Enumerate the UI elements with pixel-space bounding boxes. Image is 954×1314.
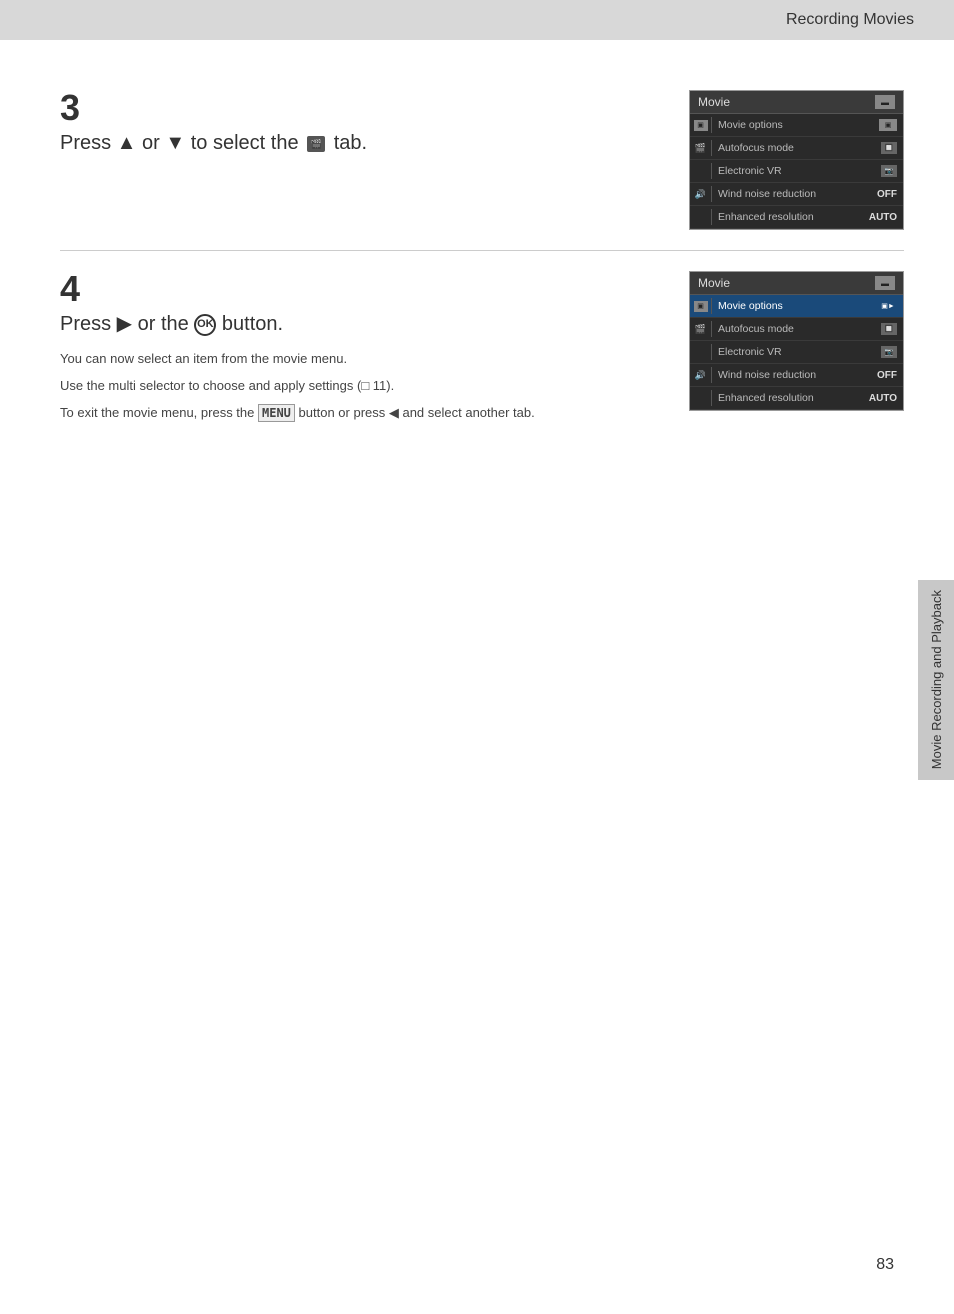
step-3-row-movie-options: ▣ Movie options ▣	[690, 114, 903, 137]
step-3-number: 3	[60, 90, 659, 126]
step-4-row5-content: Enhanced resolution AUTO	[712, 390, 903, 406]
step-4-label-enhanced: Enhanced resolution	[718, 392, 814, 404]
step-4-wind-icon: 🔊	[695, 370, 706, 381]
step-4-menu-title: Movie	[698, 276, 730, 290]
camera-icon: ▣	[694, 120, 708, 131]
main-content: 3 Press ▲ or ▼ to select the 🎬 tab. Movi…	[0, 40, 954, 479]
step-3-row-evr: Electronic VR 📷	[690, 160, 903, 183]
step-4-menu-titlebar: Movie ▬	[690, 272, 903, 295]
step-4-val-evr: 📷	[881, 346, 897, 358]
movie-tab-active-icon: 🎬	[695, 143, 706, 154]
step-4-menu-container: Movie ▬ ▣ Movie options ▣►	[689, 271, 904, 429]
step-4-row4-content: Wind noise reduction OFF	[712, 367, 903, 383]
step-4-camera-icon: ▣	[694, 301, 708, 312]
step-4-section: 4 Press ▶ or the OK button. You can now …	[60, 251, 904, 449]
step-3-tab-empty1	[690, 163, 712, 179]
step-4-val-enhanced: AUTO	[869, 393, 897, 404]
step-3-label-movie-options: Movie options	[718, 119, 783, 131]
step-4-left: 4 Press ▶ or the OK button. You can now …	[60, 271, 659, 429]
step-4-tab-wind: 🔊	[690, 367, 712, 383]
page-title: Recording Movies	[786, 11, 914, 29]
step-4-press: Press ▶ or the	[60, 313, 189, 335]
step-4-movie-tab-icon: 🎬	[695, 324, 706, 335]
step-3-tab-text: tab.	[334, 132, 367, 154]
step-4-desc3: To exit the movie menu, press the MENU b…	[60, 403, 659, 424]
step-4-tab-movie: 🎬	[690, 321, 712, 337]
step-3-label-autofocus: Autofocus mode	[718, 142, 794, 154]
step-4-desc3-part1: To exit the movie menu, press the	[60, 405, 254, 420]
step-4-tab-camera: ▣	[690, 298, 712, 314]
right-tab: Movie Recording and Playback	[918, 580, 954, 780]
top-bar: Recording Movies	[0, 0, 954, 40]
step-4-val-movie-options: ▣►	[879, 300, 897, 312]
step-3-tab-movie: 🎬	[690, 140, 712, 156]
page-number: 83	[876, 1256, 894, 1274]
step-4-tab-empty2	[690, 390, 712, 406]
step-3-row3-content: Electronic VR 📷	[712, 163, 903, 179]
right-tab-label: Movie Recording and Playback	[929, 590, 944, 769]
step-3-section: 3 Press ▲ or ▼ to select the 🎬 tab. Movi…	[60, 70, 904, 251]
step-3-row2-content: Autofocus mode 🔲	[712, 140, 903, 156]
menu-bold-label: MENU	[258, 404, 295, 422]
step-3-left: 3 Press ▲ or ▼ to select the 🎬 tab.	[60, 90, 659, 230]
step-3-row-autofocus: 🎬 Autofocus mode 🔲	[690, 137, 903, 160]
step-4-camera-menu: Movie ▬ ▣ Movie options ▣►	[689, 271, 904, 411]
step-3-val-evr: 📷	[881, 165, 897, 177]
step-3-label-enhanced: Enhanced resolution	[718, 211, 814, 223]
step-4-row-autofocus: 🎬 Autofocus mode 🔲	[690, 318, 903, 341]
step-4-row-enhanced: Enhanced resolution AUTO	[690, 387, 903, 410]
step-4-desc2: Use the multi selector to choose and app…	[60, 376, 659, 397]
step-3-menu-title: Movie	[698, 95, 730, 109]
wind-icon: 🔊	[695, 189, 706, 200]
step-4-val-autofocus: 🔲	[881, 323, 897, 335]
step-4-row1-content: Movie options ▣►	[712, 298, 903, 314]
step-4-number: 4	[60, 271, 659, 307]
step-3-menu-container: Movie ▬ ▣ Movie options ▣	[689, 90, 904, 230]
step-4-button-text: button.	[222, 313, 283, 335]
step-3-camera-menu: Movie ▬ ▣ Movie options ▣	[689, 90, 904, 230]
step-3-instruction: Press ▲ or ▼ to select the 🎬 tab.	[60, 130, 659, 156]
step-4-row3-content: Electronic VR 📷	[712, 344, 903, 360]
step-3-row-enhanced: Enhanced resolution AUTO	[690, 206, 903, 229]
step-3-row4-content: Wind noise reduction OFF	[712, 186, 903, 202]
step-4-row2-content: Autofocus mode 🔲	[712, 321, 903, 337]
page: Recording Movies 3 Press ▲ or ▼ to selec…	[0, 0, 954, 1314]
ok-button-icon: OK	[194, 314, 216, 336]
step-3-val-wind: OFF	[877, 189, 897, 200]
step-3-menu-icon: ▬	[875, 95, 895, 109]
step-3-label-evr: Electronic VR	[718, 165, 782, 177]
step-3-tab-camera: ▣	[690, 117, 712, 133]
step-4-label-movie-options: Movie options	[718, 300, 783, 312]
movie-tab-icon: 🎬	[307, 136, 325, 152]
step-3-tab-wind: 🔊	[690, 186, 712, 202]
step-4-desc1: You can now select an item from the movi…	[60, 349, 659, 370]
step-4-instruction: Press ▶ or the OK button.	[60, 311, 659, 337]
step-4-val-wind: OFF	[877, 370, 897, 381]
step-3-tab-empty2	[690, 209, 712, 225]
step-3-val-enhanced: AUTO	[869, 212, 897, 223]
step-3-label-wind: Wind noise reduction	[718, 188, 816, 200]
step-4-desc3-part2: button or press ◀ and select another tab…	[299, 405, 535, 420]
step-3-row5-content: Enhanced resolution AUTO	[712, 209, 903, 225]
step-4-row-movie-options: ▣ Movie options ▣►	[690, 295, 903, 318]
step-3-row-wind: 🔊 Wind noise reduction OFF	[690, 183, 903, 206]
step-4-row-wind: 🔊 Wind noise reduction OFF	[690, 364, 903, 387]
step-3-menu-titlebar: Movie ▬	[690, 91, 903, 114]
step-3-press: Press ▲ or ▼ to select the	[60, 132, 299, 154]
step-4-tab-empty1	[690, 344, 712, 360]
step-4-label-evr: Electronic VR	[718, 346, 782, 358]
step-3-val-movie-options: ▣	[879, 119, 897, 131]
step-3-val-autofocus: 🔲	[881, 142, 897, 154]
step-3-row1-content: Movie options ▣	[712, 117, 903, 133]
step-4-label-autofocus: Autofocus mode	[718, 323, 794, 335]
step-4-row-evr: Electronic VR 📷	[690, 341, 903, 364]
step-4-label-wind: Wind noise reduction	[718, 369, 816, 381]
step-4-menu-icon: ▬	[875, 276, 895, 290]
